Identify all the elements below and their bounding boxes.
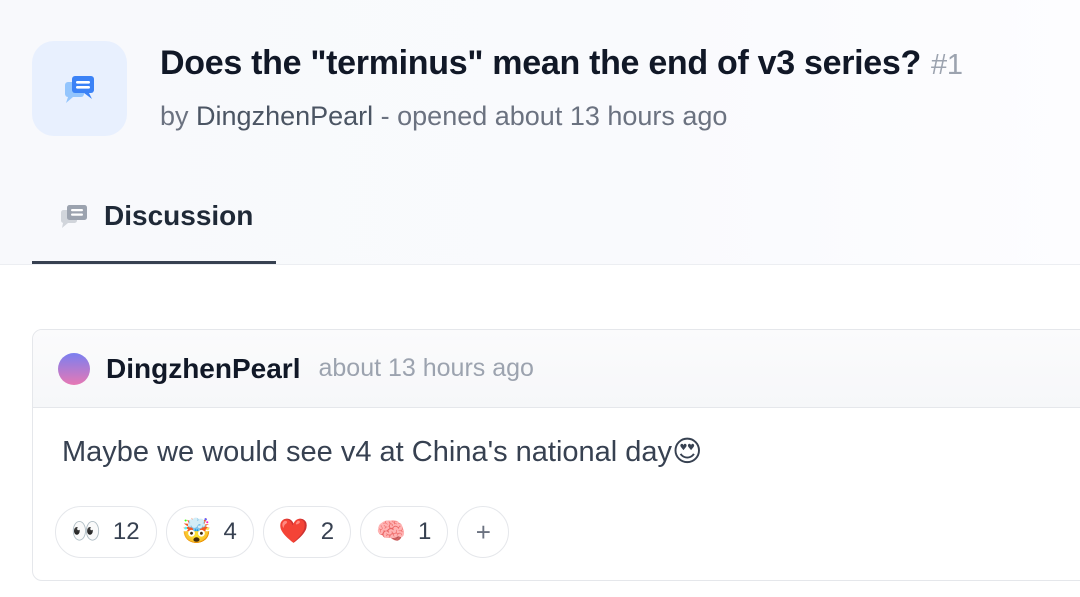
comment-time[interactable]: about 13 hours ago (318, 354, 533, 383)
discussion-icon (32, 41, 127, 136)
meta-opened-time: - opened about 13 hours ago (373, 101, 728, 131)
comment-author[interactable]: DingzhenPearl (106, 353, 300, 385)
reaction-count: 4 (223, 518, 237, 545)
discussion-icon (61, 205, 87, 228)
reaction-bar: 👀 12 🤯 4 ❤️ 2 🧠 1 + (55, 506, 510, 558)
mind-blown-reaction[interactable]: 🤯 4 (165, 506, 254, 558)
discussion-title: Does the "terminus" mean the end of v3 s… (160, 44, 921, 82)
mind-blown-icon: 🤯 (181, 518, 212, 545)
heart-eyes-emoji: 😍 (672, 436, 703, 468)
meta-prefix: by (160, 101, 189, 131)
plus-icon: + (475, 516, 491, 547)
meta-author-link[interactable]: DingzhenPearl (196, 101, 373, 131)
discussion-page: Does the "terminus" mean the end of v3 s… (0, 0, 1080, 597)
discussion-meta: by DingzhenPearl - opened about 13 hours… (160, 101, 727, 132)
avatar[interactable] (58, 352, 90, 385)
add-reaction-button[interactable]: + (457, 506, 510, 558)
reaction-count: 2 (320, 518, 335, 545)
brain-reaction[interactable]: 🧠 1 (360, 506, 449, 558)
comment-header: DingzhenPearl about 13 hours ago (33, 330, 1080, 408)
tab-discussion[interactable]: Discussion (32, 183, 276, 265)
heart-icon: ❤️ (278, 518, 309, 545)
tab-discussion-label: Discussion (104, 200, 254, 231)
header-divider (0, 264, 1080, 265)
eyes-icon: 👀 (71, 518, 101, 545)
heart-reaction[interactable]: ❤️ 2 (262, 506, 352, 558)
comment-text: Maybe we would see v4 at China's nationa… (62, 436, 673, 468)
discussion-number: #1 (931, 49, 963, 81)
eyes-reaction[interactable]: 👀 12 (55, 506, 157, 558)
comment-card: DingzhenPearl about 13 hours ago Maybe w… (32, 329, 1080, 581)
reaction-count: 12 (112, 518, 140, 545)
brain-icon: 🧠 (376, 518, 406, 545)
reaction-count: 1 (417, 518, 432, 545)
comment-body: Maybe we would see v4 at China's nationa… (33, 408, 1080, 469)
page-title: Does the "terminus" mean the end of v3 s… (160, 44, 963, 83)
